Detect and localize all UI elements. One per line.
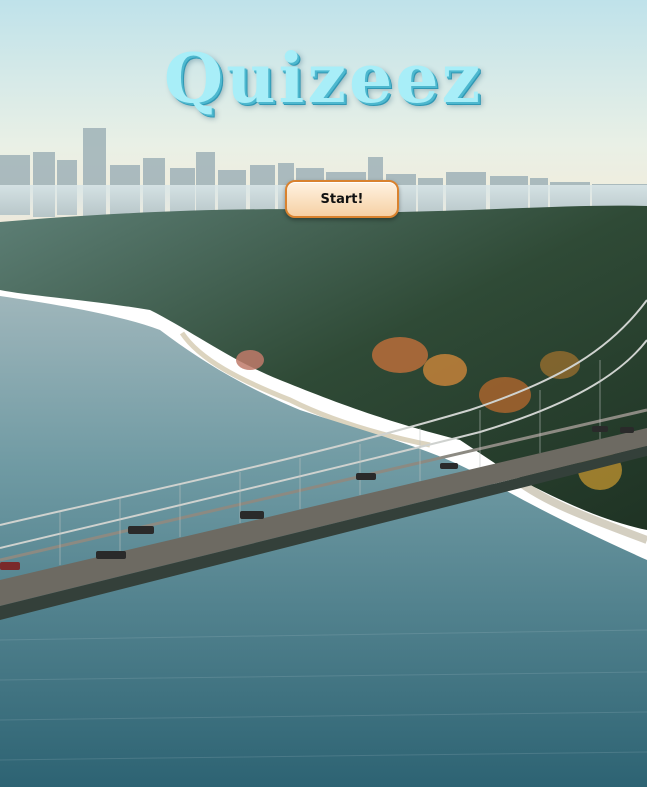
app-title: Quizeez	[163, 39, 484, 119]
start-button[interactable]: Start!	[285, 180, 399, 218]
quiz-start-page: Quizeez Start!	[0, 0, 647, 787]
